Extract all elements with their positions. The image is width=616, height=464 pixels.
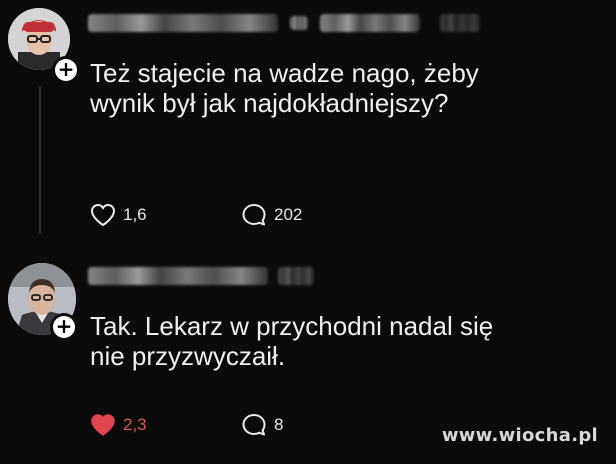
timestamp-blurred <box>320 14 420 32</box>
like-count: 2,3 <box>123 415 147 434</box>
menu-blurred <box>440 14 480 32</box>
username-blurred <box>88 14 278 32</box>
follow-button[interactable]: + <box>52 56 80 84</box>
site-watermark: www.wiocha.pl <box>441 425 598 446</box>
like-button[interactable]: 2,3 <box>90 412 147 438</box>
post-text: Też stajecie na wadze nago, żeby wynik b… <box>90 58 479 118</box>
thread-connector-line <box>39 86 41 234</box>
timestamp-blurred <box>278 267 314 285</box>
follow-button[interactable]: + <box>50 313 78 341</box>
heart-filled-icon <box>91 414 115 436</box>
comment-bubble-icon <box>242 204 266 226</box>
post-original: + Też stajecie na wadze nago, żeby wynik… <box>0 0 616 245</box>
username-blurred <box>290 16 308 30</box>
heart-icon <box>90 203 116 227</box>
plus-icon: + <box>53 316 75 338</box>
like-button[interactable]: 1,6 <box>90 202 147 228</box>
comment-button[interactable]: 8 <box>241 412 283 438</box>
comment-count: 202 <box>274 205 303 224</box>
username-blurred <box>88 267 268 285</box>
like-count: 1,6 <box>123 205 147 224</box>
comment-bubble-icon <box>242 414 266 436</box>
comment-button[interactable]: 202 <box>241 202 302 228</box>
plus-icon: + <box>55 59 77 81</box>
post-text: Tak. Lekarz w przychodni nadal się nie p… <box>90 311 494 371</box>
comment-count: 8 <box>274 415 284 434</box>
